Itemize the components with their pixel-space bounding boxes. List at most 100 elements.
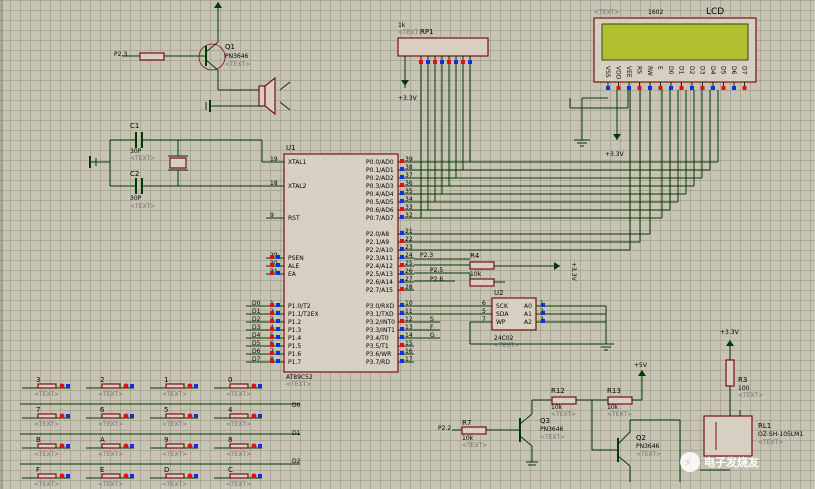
- u1-pin-name: P2.6/A14: [366, 279, 393, 286]
- r7-ref: R7: [462, 419, 471, 427]
- net-label-s: S: [430, 316, 434, 323]
- keypad-button[interactable]: 7 <TEXT>: [22, 406, 70, 428]
- lcd-text: <TEXT>: [594, 9, 619, 16]
- keypad-button[interactable]: 2 <TEXT>: [86, 376, 134, 398]
- u1-pin-name: EA: [288, 271, 297, 278]
- pin-state-marker: [270, 311, 274, 315]
- p1-net-label: D3: [252, 324, 261, 331]
- keypad-button[interactable]: 6 <TEXT>: [86, 406, 134, 428]
- u1-pin-name: P2.0/A8: [366, 231, 389, 238]
- pin-state-marker: [400, 239, 404, 243]
- u1-pin-number: 18: [270, 180, 278, 187]
- keypad-button[interactable]: 9 <TEXT>: [150, 436, 198, 458]
- u2-pin-number: 6: [482, 300, 486, 307]
- pin-state-marker: [454, 60, 458, 64]
- rp1-text: <TEXT>: [398, 29, 423, 36]
- u2-pin-number: 5: [482, 308, 486, 315]
- q3-ref: Q3: [540, 417, 550, 425]
- u1-pin-number: 35: [405, 188, 413, 195]
- u2-ref: U2: [494, 289, 504, 297]
- pin-state-marker: [400, 327, 404, 331]
- c1-text: <TEXT>: [130, 155, 155, 162]
- pin-state-marker: [270, 303, 274, 307]
- keypad-button[interactable]: E <TEXT>: [86, 466, 134, 488]
- pin-state-marker: [400, 263, 404, 267]
- u1-pin-name: P2.5/A13: [366, 271, 393, 278]
- u1-pin-number: 36: [405, 180, 413, 187]
- pin-state-marker: [426, 60, 430, 64]
- rp1-value: 1k: [398, 22, 406, 29]
- keypad-button[interactable]: A <TEXT>: [86, 436, 134, 458]
- lcd-pin-name: E: [657, 66, 664, 70]
- keypad-button[interactable]: F <TEXT>: [22, 466, 70, 488]
- r12-ref: R12: [551, 387, 565, 395]
- pin-state-marker: [541, 303, 545, 307]
- pin-state-marker: [276, 327, 280, 331]
- r4-ref: R4: [470, 252, 480, 260]
- pin-state-marker: [721, 86, 726, 90]
- u1-pin-name: P3.0/RXD: [366, 303, 394, 310]
- q2-ref: Q2: [636, 434, 646, 442]
- lcd-pin-name: D7: [741, 66, 748, 75]
- keypad-button[interactable]: 8 <TEXT>: [214, 436, 262, 458]
- pin-state-marker: [400, 159, 404, 163]
- u1-pin-name: P0.3/AD3: [366, 183, 394, 190]
- u1-pin-name: ALE: [288, 263, 299, 270]
- keypad-text: <TEXT>: [98, 421, 123, 428]
- u1-pin-name: P2.3/A11: [366, 255, 393, 262]
- u1-pin-number: 15: [405, 340, 413, 347]
- u1-pin-name: P2.7/A15: [366, 287, 393, 294]
- keypad-button[interactable]: 5 <TEXT>: [150, 406, 198, 428]
- pin-state-marker: [400, 335, 404, 339]
- pin-state-marker: [732, 86, 736, 90]
- keypad-button[interactable]: 4 <TEXT>: [214, 406, 262, 428]
- net-label-p23: P2.3: [420, 252, 433, 259]
- p1-net-label: D5: [252, 340, 261, 347]
- r12-text: <TEXT>: [551, 411, 576, 418]
- rl1-part: OZ-SH-105LM1: [758, 431, 803, 438]
- pin-state-marker: [400, 247, 404, 251]
- c2-text: <TEXT>: [130, 203, 155, 210]
- c2-value: 30P: [130, 195, 142, 202]
- keypad-button-label: D: [164, 466, 169, 474]
- pin-state-marker: [400, 215, 404, 219]
- u1-pin-name: P1.5: [288, 343, 301, 350]
- u1-pin-name: XTAL1: [288, 159, 307, 166]
- u1-pin-name: P1.1/T2EX: [288, 311, 319, 318]
- keypad-text: <TEXT>: [226, 391, 251, 398]
- r3-value: 100: [738, 385, 750, 392]
- keypad-button[interactable]: C <TEXT>: [214, 466, 262, 488]
- u2-pin-number: 7: [482, 316, 486, 323]
- pin-state-marker: [468, 60, 472, 64]
- keypad-button[interactable]: D <TEXT>: [150, 466, 198, 488]
- keypad-text: <TEXT>: [98, 451, 123, 458]
- pin-state-marker: [400, 319, 404, 323]
- pin-state-marker: [742, 86, 747, 90]
- keypad-text: <TEXT>: [162, 451, 187, 458]
- pin-state-marker: [276, 255, 280, 259]
- lcd-pin-name: D0: [667, 66, 674, 75]
- net-label-p25: P2.5: [430, 267, 443, 274]
- u2-pin-name: A2: [524, 319, 532, 326]
- u1-pin-number: 32: [405, 212, 413, 219]
- keypad-text: <TEXT>: [98, 391, 123, 398]
- keypad-button[interactable]: 3 <TEXT>: [22, 376, 70, 398]
- keypad-button[interactable]: B <TEXT>: [22, 436, 70, 458]
- u1-pin-name: P0.2/AD2: [366, 175, 394, 182]
- buzzer-symbol[interactable]: [205, 76, 291, 116]
- pin-state-marker: [276, 343, 280, 347]
- crystal-circuit: [89, 132, 284, 194]
- keypad-button[interactable]: 0 <TEXT>: [214, 376, 262, 398]
- u1-pin-number: 16: [405, 348, 413, 355]
- pin-state-marker: [419, 60, 423, 64]
- keypad-button[interactable]: 1 <TEXT>: [150, 376, 198, 398]
- q2-part: PN3646: [636, 443, 660, 450]
- p1-net-label: D6: [252, 348, 261, 355]
- keypad-text: <TEXT>: [226, 451, 251, 458]
- u2-pin-name: SCK: [496, 303, 509, 310]
- keypad-button-label: 2: [100, 376, 104, 384]
- schematic-svg: P2.3 Q1 PN3646 <TEXT> 1k RP1 <TEXT> +3.3…: [1, 0, 803, 489]
- pin-state-marker: [270, 351, 274, 355]
- u1-pin-name: PSEN: [288, 255, 304, 262]
- q1-transistor[interactable]: [122, 2, 262, 91]
